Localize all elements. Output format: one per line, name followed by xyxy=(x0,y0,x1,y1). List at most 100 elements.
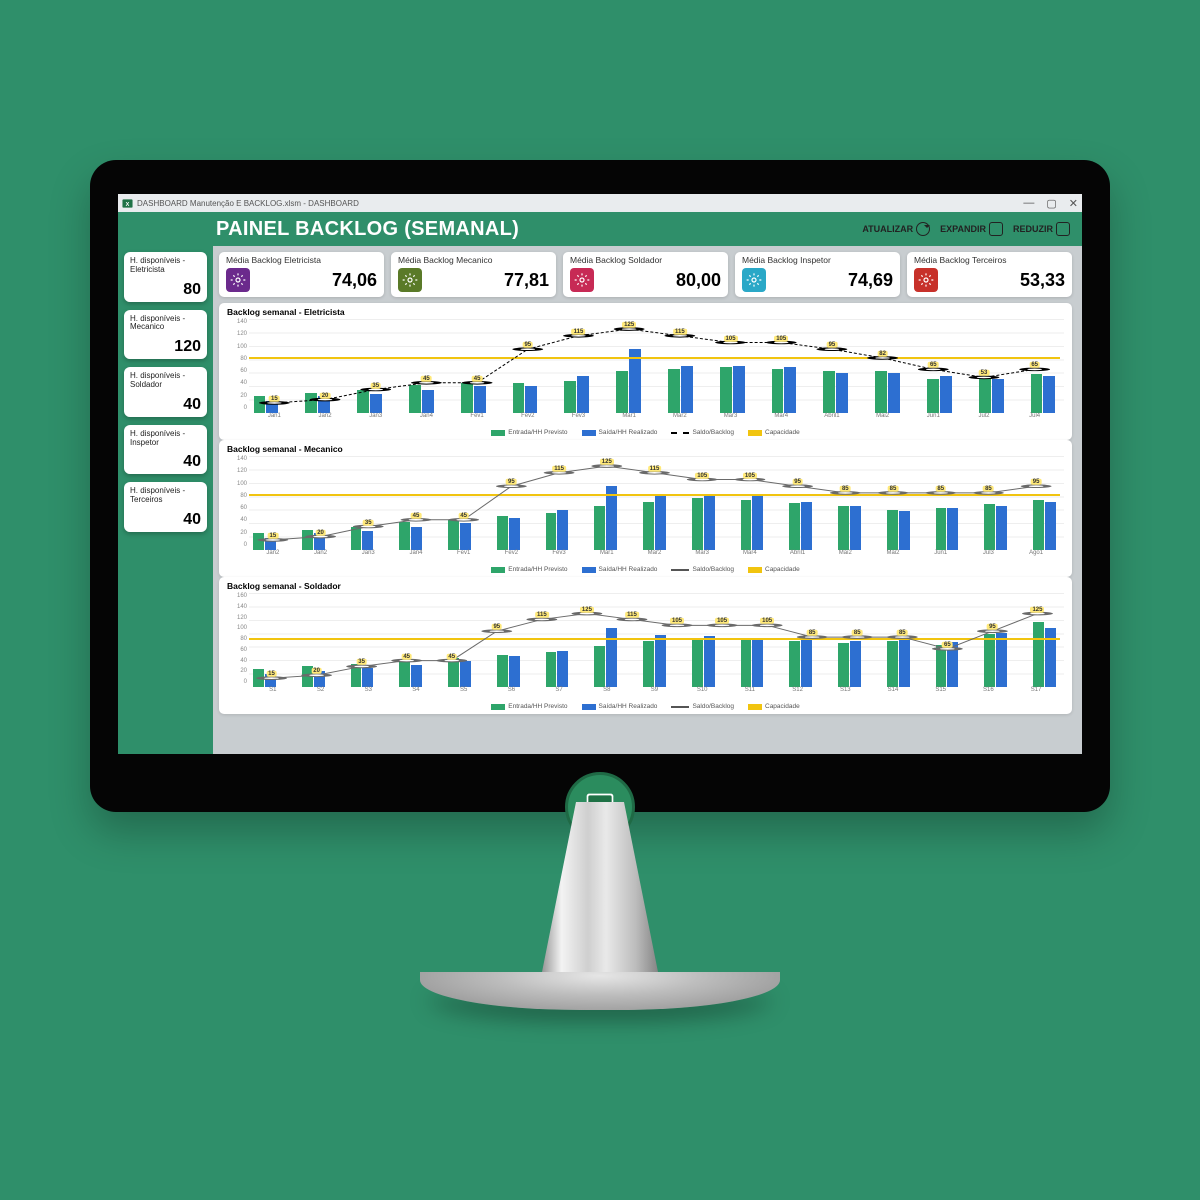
bar-group xyxy=(542,510,573,550)
refresh-button[interactable]: ATUALIZAR xyxy=(862,222,930,236)
bar-saida xyxy=(1043,376,1055,413)
expand-button[interactable]: EXPANDIR xyxy=(940,222,1003,236)
bar-entrada xyxy=(253,533,264,550)
kpi-icon xyxy=(398,268,422,292)
bar-saida xyxy=(314,671,325,687)
excel-icon: X xyxy=(122,198,133,209)
kpi-value: 53,33 xyxy=(1020,270,1065,291)
bar-saida xyxy=(318,396,330,413)
kpi-icon xyxy=(226,268,250,292)
reduce-button[interactable]: REDUZIR xyxy=(1013,222,1070,236)
bar-group xyxy=(444,658,475,687)
bar-group xyxy=(980,504,1011,550)
bar-group xyxy=(1029,500,1060,550)
bar-entrada xyxy=(887,641,898,687)
bar-group xyxy=(688,495,719,550)
bar-group xyxy=(883,510,914,550)
bar-entrada xyxy=(789,641,800,687)
kpi-card: Média Backlog Eletricista 74,06 xyxy=(219,252,384,297)
bar-group xyxy=(834,641,865,687)
monitor-bezel: X DASHBOARD Manutenção E BACKLOG.xlsm - … xyxy=(90,160,1110,812)
capacity-line xyxy=(249,357,1060,359)
bar-entrada xyxy=(789,503,800,550)
sidebar-card[interactable]: H. disponíveis - Mecanico120 xyxy=(124,310,207,360)
bar-entrada xyxy=(936,645,947,687)
bar-saida xyxy=(704,636,715,687)
bar-group xyxy=(249,396,283,413)
main-content: Média Backlog Eletricista 74,06 Média Ba… xyxy=(213,246,1082,754)
dashboard-header: PAINEL BACKLOG (SEMANAL) ATUALIZAR EXPAN… xyxy=(118,212,1082,246)
bar-saida xyxy=(577,376,589,413)
bar-group xyxy=(508,383,542,413)
bar-group xyxy=(347,664,378,688)
bar-group xyxy=(737,496,768,550)
bar-group xyxy=(737,638,768,687)
bar-entrada xyxy=(668,369,680,413)
bar-entrada xyxy=(302,666,313,687)
kpi-card: Média Backlog Terceiros 53,33 xyxy=(907,252,1072,297)
window-titlebar: X DASHBOARD Manutenção E BACKLOG.xlsm - … xyxy=(118,194,1082,212)
sidebar-card-value: 120 xyxy=(130,338,201,356)
kpi-value: 80,00 xyxy=(676,270,721,291)
sidebar-card[interactable]: H. disponíveis - Terceiros40 xyxy=(124,482,207,532)
chart-plot: 140120100806040200 xyxy=(227,456,1064,564)
bar-group xyxy=(298,666,329,687)
expand-icon xyxy=(989,222,1003,236)
chart-bars xyxy=(249,319,1060,413)
chart-bars xyxy=(249,456,1060,550)
bar-entrada xyxy=(302,530,313,550)
bar-entrada xyxy=(357,390,369,414)
chart-legend: Entrada/HH Previsto Saída/HH Realizado S… xyxy=(227,564,1064,577)
bar-saida xyxy=(362,668,373,687)
window-minimize-button[interactable]: — xyxy=(1023,197,1034,210)
window-maximize-button[interactable]: ▢ xyxy=(1046,197,1056,210)
sidebar-card[interactable]: H. disponíveis - Inspetor40 xyxy=(124,425,207,475)
bar-saida xyxy=(474,386,486,413)
bar-entrada xyxy=(1033,500,1044,550)
bar-entrada xyxy=(546,652,557,687)
bar-entrada xyxy=(351,527,362,551)
bar-saida xyxy=(888,373,900,413)
bar-entrada xyxy=(979,376,991,413)
bar-saida xyxy=(850,641,861,687)
bar-entrada xyxy=(497,516,508,550)
bar-entrada xyxy=(546,513,557,550)
bar-saida xyxy=(836,373,848,413)
sidebar: H. disponíveis - Eletricista80 H. disponí… xyxy=(118,246,213,754)
x-axis: Jan1Jan2Jan3Jan4Fev1Fev2Fev3Mar1Mar2Mar3… xyxy=(249,413,1060,427)
bar-group xyxy=(715,366,749,413)
bar-group xyxy=(767,367,801,413)
kpi-label: Média Backlog Soldador xyxy=(570,255,721,265)
bar-group xyxy=(871,371,905,413)
chart-title: Backlog semanal - Eletricista xyxy=(227,307,1064,317)
bar-saida xyxy=(733,366,745,413)
chart-title: Backlog semanal - Mecanico xyxy=(227,444,1064,454)
bar-entrada xyxy=(643,641,654,687)
bar-group xyxy=(785,640,816,687)
bar-saida xyxy=(899,511,910,550)
x-axis: S1S2S3S4S5S6S7S8S9S10S11S12S13S14S15S16S… xyxy=(249,687,1060,701)
bar-entrada xyxy=(564,381,576,413)
chart-bars xyxy=(249,593,1060,687)
bar-group xyxy=(493,655,524,687)
bar-entrada xyxy=(936,508,947,550)
bar-entrada xyxy=(594,646,605,687)
bar-group xyxy=(819,371,853,413)
kpi-card: Média Backlog Inspetor 74,69 xyxy=(735,252,900,297)
kpi-value: 74,69 xyxy=(848,270,893,291)
monitor-stand-base xyxy=(420,972,780,1010)
bar-saida xyxy=(655,496,666,550)
bar-entrada xyxy=(927,379,939,413)
bar-group xyxy=(932,642,963,687)
window-close-button[interactable]: ✕ xyxy=(1069,197,1078,210)
sidebar-card[interactable]: H. disponíveis - Eletricista80 xyxy=(124,252,207,302)
sidebar-card[interactable]: H. disponíveis - Soldador40 xyxy=(124,367,207,417)
svg-text:X: X xyxy=(126,201,130,207)
bar-saida xyxy=(752,638,763,687)
bar-saida xyxy=(314,533,325,550)
bar-entrada xyxy=(887,510,898,550)
bar-entrada xyxy=(692,498,703,550)
kpi-value: 77,81 xyxy=(504,270,549,291)
bar-entrada xyxy=(984,504,995,550)
bar-saida xyxy=(947,508,958,550)
